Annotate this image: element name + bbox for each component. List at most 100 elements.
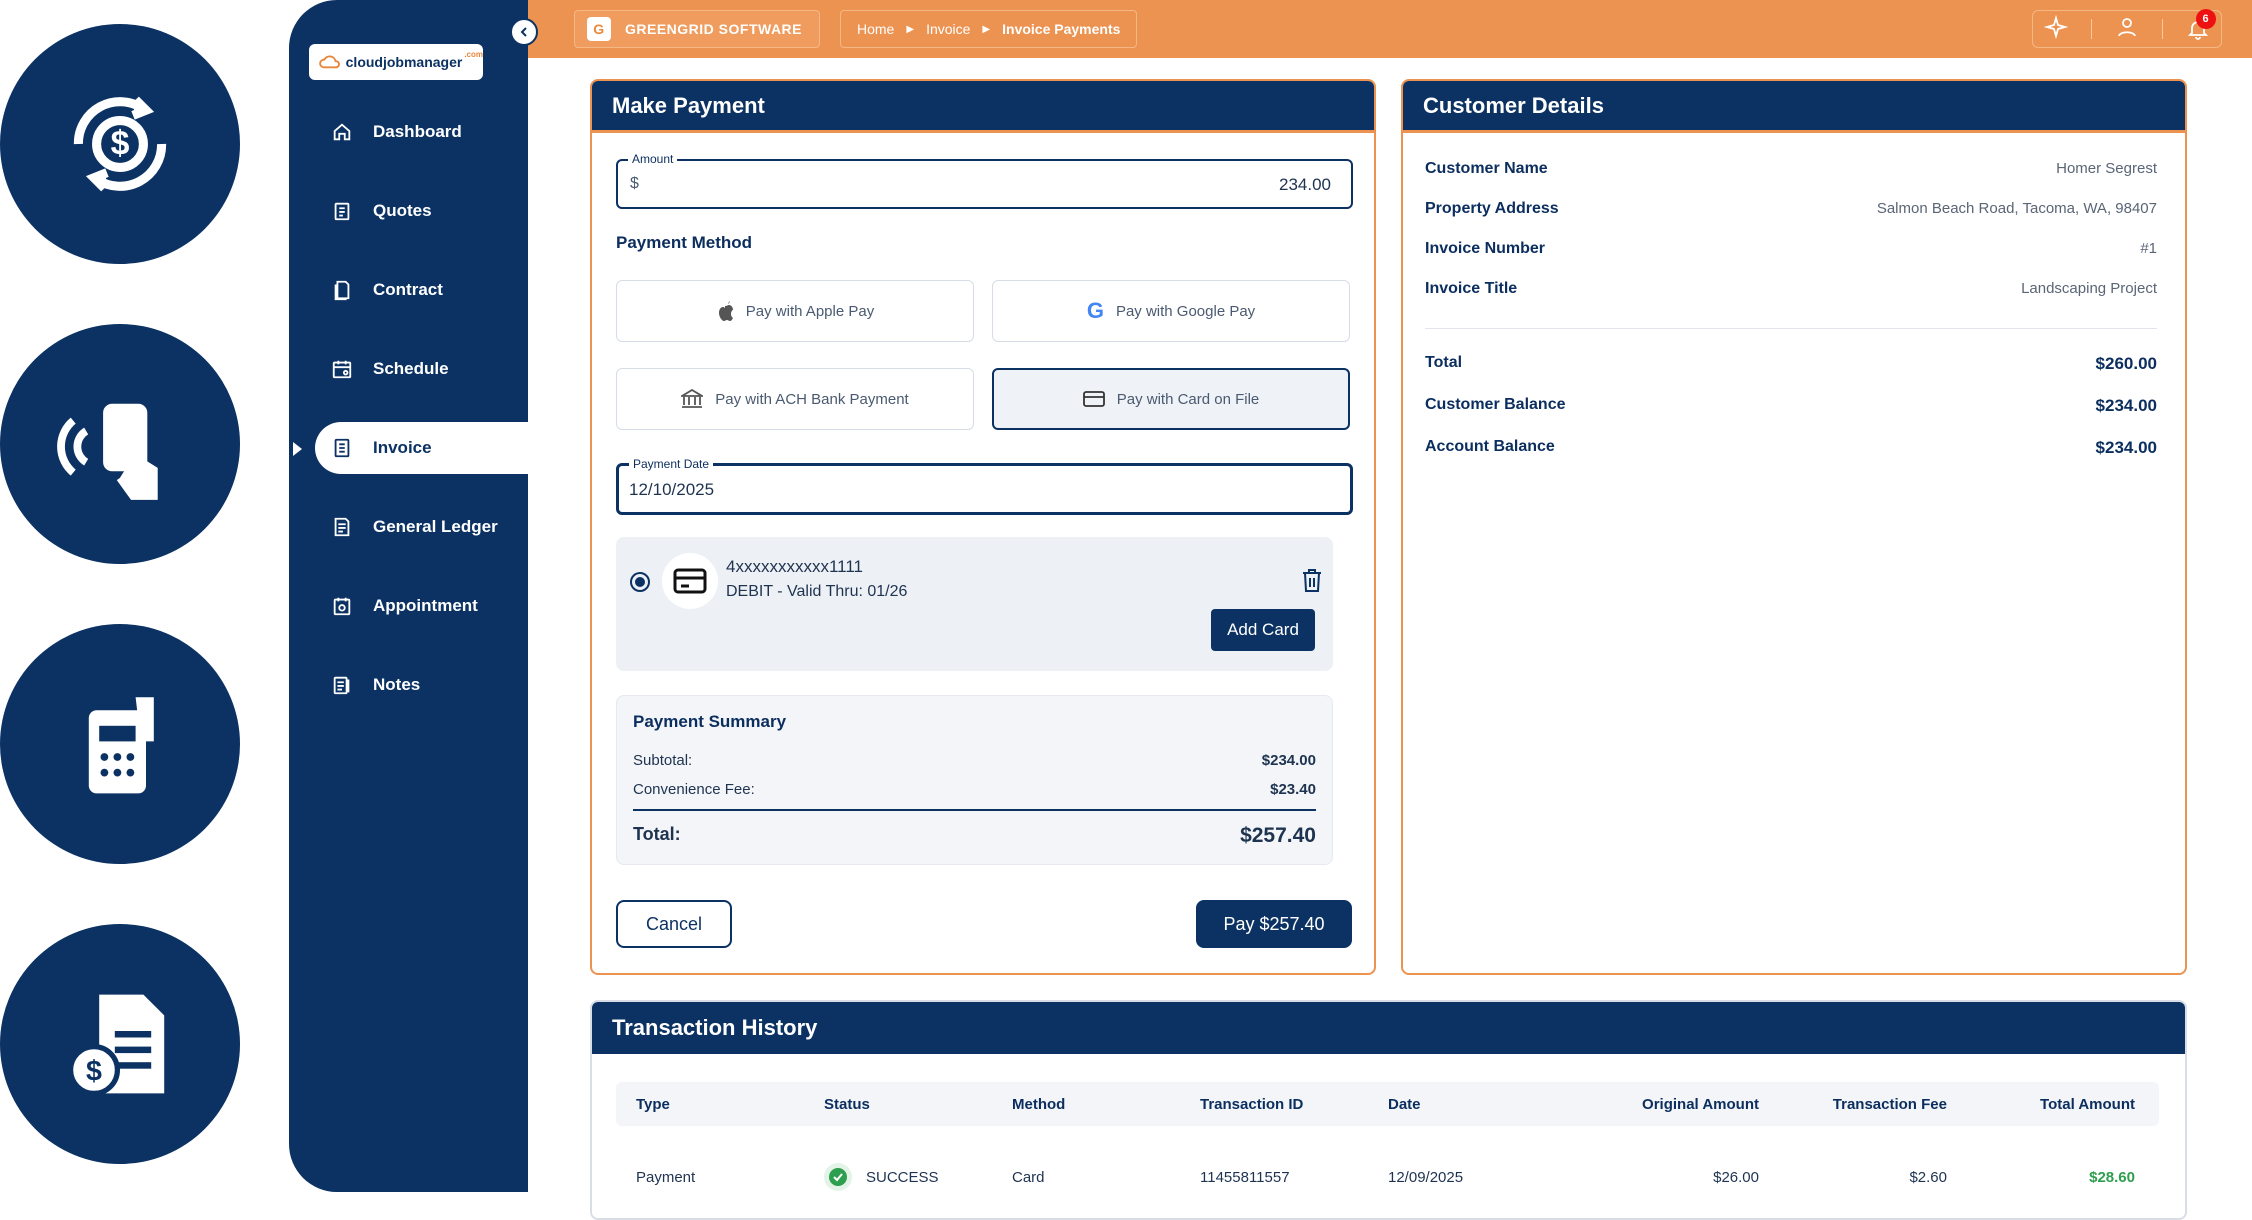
summary-title: Payment Summary — [633, 712, 787, 731]
user-icon[interactable] — [2115, 15, 2139, 44]
transaction-history-card: Transaction History Type Status Method T… — [590, 1000, 2187, 1220]
appointment-icon — [331, 595, 353, 617]
pos-terminal-icon — [88, 697, 154, 794]
subtotal-row: Subtotal: $234.00 — [633, 752, 1316, 769]
cell-status: SUCCESS — [824, 1163, 939, 1191]
make-payment-card: Make Payment Amount $ 234.00 Payment Met… — [590, 79, 1376, 975]
breadcrumb-current: Invoice Payments — [1002, 21, 1121, 37]
sidebar-item-label: Schedule — [373, 359, 449, 378]
invoice-number-row: Invoice Number #1 — [1425, 240, 2157, 258]
breadcrumb-invoice[interactable]: Invoice — [926, 21, 970, 37]
sidebar-item-appointment[interactable]: Appointment — [289, 580, 528, 632]
detail-value: Salmon Beach Road, Tacoma, WA, 98407 — [1876, 200, 2157, 217]
breadcrumb: Home ▶ Invoice ▶ Invoice Payments — [840, 10, 1138, 48]
sidebar-item-schedule[interactable]: Schedule — [289, 343, 528, 395]
card-detail: DEBIT - Valid Thru: 01/26 — [726, 583, 908, 600]
currency-symbol: $ — [630, 175, 639, 192]
make-payment-title: Make Payment — [592, 81, 1374, 133]
sidebar-item-notes[interactable]: Notes — [289, 659, 528, 711]
detail-value: Landscaping Project — [2021, 280, 2157, 297]
bank-icon — [681, 389, 704, 409]
amount-field[interactable]: Amount $ 234.00 — [616, 152, 1353, 209]
cell-transaction-id: 11455811557 — [1200, 1168, 1290, 1186]
company-logo-icon: G — [587, 17, 611, 41]
total-row: Total $260.00 — [1425, 354, 2157, 374]
customer-details-card: Customer Details Customer Name Homer Seg… — [1401, 79, 2187, 975]
detail-key: Invoice Title — [1425, 280, 1518, 297]
notification-badge: 6 — [2195, 9, 2216, 29]
google-pay-button[interactable]: G Pay with Google Pay — [992, 280, 1350, 342]
app-logo[interactable]: cloudjobmanager .com — [309, 44, 483, 80]
ach-bank-label: Pay with ACH Bank Payment — [715, 390, 909, 408]
amount-input[interactable]: 234.00 — [1279, 175, 1331, 195]
summary-divider — [633, 809, 1316, 811]
cell-transaction-fee: $2.60 — [1909, 1168, 1947, 1186]
payment-date-input[interactable]: 12/10/2025 — [629, 480, 714, 500]
cell-total-amount: $28.60 — [2089, 1168, 2135, 1186]
chevron-left-icon — [520, 27, 527, 37]
payment-date-field[interactable]: Payment Date 12/10/2025 — [616, 457, 1353, 515]
card-on-file-label: Pay with Card on File — [1116, 390, 1260, 408]
trash-icon[interactable] — [1301, 567, 1323, 598]
exchange-dollar-circle: $ — [0, 24, 240, 264]
apple-pay-button[interactable]: Pay with Apple Pay — [616, 280, 974, 342]
card-number: 4xxxxxxxxxxx1111 — [726, 557, 863, 576]
sparkle-icon[interactable] — [2044, 14, 2069, 44]
detail-key: Customer Name — [1425, 160, 1548, 177]
col-method: Method — [1012, 1095, 1066, 1113]
total-key: Account Balance — [1425, 438, 1555, 455]
sidebar-collapse-button[interactable] — [510, 18, 538, 46]
document-icon — [331, 279, 353, 301]
breadcrumb-home[interactable]: Home — [857, 21, 894, 37]
transaction-history-title: Transaction History — [592, 1002, 2185, 1054]
invoice-dollar-circle: $ — [0, 924, 240, 1164]
calendar-icon — [331, 358, 353, 380]
total-value: $260.00 — [2095, 354, 2157, 373]
ach-bank-payment-button[interactable]: Pay with ACH Bank Payment — [616, 368, 974, 430]
sidebar-item-label: Quotes — [373, 201, 432, 220]
notifications-button[interactable]: 6 — [2186, 9, 2216, 41]
col-status: Status — [824, 1095, 870, 1113]
col-original-amount: Original Amount — [1642, 1095, 1759, 1113]
card-radio[interactable] — [630, 572, 650, 592]
company-switcher[interactable]: G GREENGRID SOFTWARE — [574, 10, 820, 48]
currency-exchange-icon: $ — [73, 96, 167, 192]
sidebar-item-label: Notes — [373, 675, 421, 694]
detail-key: Invoice Number — [1425, 240, 1546, 257]
sidebar-item-invoice[interactable]: Invoice — [293, 422, 528, 474]
col-total-amount: Total Amount — [2040, 1095, 2135, 1113]
status-text: SUCCESS — [866, 1168, 939, 1186]
ledger-icon — [331, 516, 353, 538]
pay-button[interactable]: Pay $257.40 — [1196, 900, 1352, 948]
sidebar-item-dashboard[interactable]: Dashboard — [289, 106, 528, 158]
saved-card[interactable]: 4xxxxxxxxxxx1111 DEBIT - Valid Thru: 01/… — [616, 537, 1333, 671]
contactless-pay-circle — [0, 324, 240, 564]
invoice-title-row: Invoice Title Landscaping Project — [1425, 280, 2157, 298]
logo-text: cloudjobmanager — [345, 54, 463, 70]
detail-key: Property Address — [1425, 200, 1559, 217]
sidebar-item-contract[interactable]: Contract — [289, 264, 528, 316]
detail-value: Homer Segrest — [2056, 160, 2157, 177]
chevron-right-icon: ▶ — [982, 23, 991, 35]
table-header: Type Status Method Transaction ID Date O… — [616, 1082, 2159, 1126]
col-transaction-fee: Transaction Fee — [1832, 1095, 1947, 1113]
table-row[interactable]: Payment SUCCESS Card 11455811557 12/09/2… — [616, 1155, 2159, 1199]
total-label: Total: — [633, 824, 681, 844]
sidebar-item-general-ledger[interactable]: General Ledger — [289, 501, 528, 553]
divider — [2091, 19, 2093, 39]
fee-value: $23.40 — [1270, 781, 1316, 798]
top-bar: G GREENGRID SOFTWARE Home ▶ Invoice ▶ In… — [528, 0, 2252, 58]
company-name: GREENGRID SOFTWARE — [625, 21, 803, 37]
svg-text:$: $ — [111, 124, 130, 162]
cancel-button[interactable]: Cancel — [616, 900, 732, 948]
card-on-file-button[interactable]: Pay with Card on File — [992, 368, 1350, 430]
check-circle-icon — [824, 1163, 852, 1191]
total-key: Total — [1425, 354, 1463, 371]
add-card-button[interactable]: Add Card — [1211, 609, 1315, 651]
total-value: $234.00 — [2095, 438, 2157, 457]
sidebar-item-quotes[interactable]: Quotes — [289, 185, 528, 237]
col-type: Type — [636, 1095, 670, 1113]
property-address-row: Property Address Salmon Beach Road, Taco… — [1425, 200, 2157, 218]
total-value: $257.40 — [1240, 824, 1316, 847]
sidebar-item-label: Dashboard — [373, 122, 462, 141]
